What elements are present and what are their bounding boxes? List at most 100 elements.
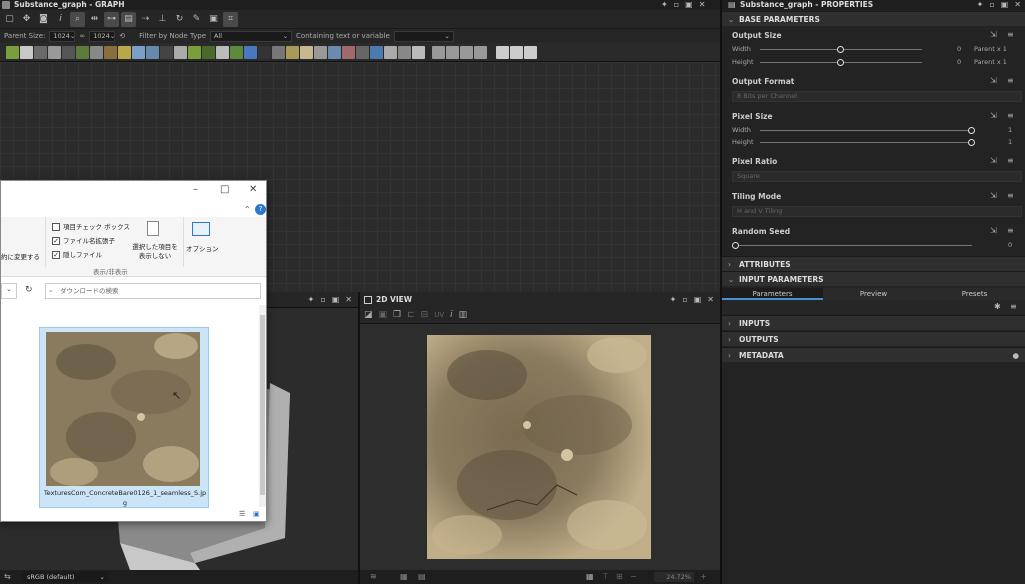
inherit-icon[interactable]: ⇲ xyxy=(990,111,997,120)
pin-icon[interactable]: ✦ xyxy=(661,0,668,10)
menu-icon[interactable]: ≡ xyxy=(1010,302,1017,311)
pin-icon[interactable]: ✦ xyxy=(670,295,677,304)
menu-icon[interactable]: ≡ xyxy=(1007,30,1014,39)
node-type-select[interactable]: All ⌄ xyxy=(210,30,293,42)
move-icon[interactable]: ✥ xyxy=(19,12,34,27)
pixel-ratio-select[interactable]: Square xyxy=(732,171,1022,182)
normal-node-icon[interactable] xyxy=(244,45,257,59)
pin-node-icon[interactable] xyxy=(412,45,425,59)
inherit-icon[interactable]: ⇲ xyxy=(990,226,997,235)
close-icon[interactable]: ✕ xyxy=(249,184,257,195)
levels-node-icon[interactable] xyxy=(104,45,117,59)
section-outputs[interactable]: › OUTPUTS xyxy=(722,331,1025,346)
add-metadata-icon[interactable]: ● xyxy=(1012,348,1019,363)
maximize-icon[interactable]: ▣ xyxy=(1001,0,1009,10)
close-icon[interactable]: ✕ xyxy=(707,295,714,304)
frame-node-icon[interactable] xyxy=(384,45,397,59)
menu-icon[interactable]: ≡ xyxy=(1007,191,1014,200)
histogram-icon[interactable]: ▥ xyxy=(459,310,468,320)
zoom-field[interactable]: 24.72% xyxy=(654,572,694,582)
parent-size-height-select[interactable]: 1024 ⌄ xyxy=(89,30,116,42)
tree-node-icon[interactable] xyxy=(188,45,201,59)
transform-node-icon[interactable] xyxy=(132,45,145,59)
uv-icon[interactable]: ⊟ xyxy=(421,310,429,320)
document-node-icon[interactable] xyxy=(20,45,33,59)
pixel-height-knob[interactable] xyxy=(968,139,975,146)
refresh-icon[interactable]: ↻ xyxy=(172,12,187,27)
branch-icon[interactable]: ⊥ xyxy=(155,12,170,27)
checker-icon[interactable]: ▦ xyxy=(586,572,594,581)
search-input[interactable]: ⌕ ダウンロードの検索 xyxy=(45,283,261,299)
refresh-icon[interactable]: ↻ xyxy=(25,285,33,295)
inherit-icon[interactable]: ⇲ xyxy=(990,156,997,165)
color-node-icon[interactable] xyxy=(90,45,103,59)
frame-box-icon[interactable] xyxy=(460,45,473,59)
tab-presets[interactable]: Presets xyxy=(924,288,1025,300)
link-icon[interactable]: ∞ xyxy=(79,32,85,40)
tiling-mode-select[interactable]: H and V Tiling xyxy=(732,206,1022,217)
restore-icon[interactable]: ▫ xyxy=(320,295,325,304)
curve-node-icon[interactable] xyxy=(76,45,89,59)
scrollbar[interactable] xyxy=(259,305,266,507)
save-icon[interactable]: ▣ xyxy=(379,310,388,320)
resize-icon[interactable]: ⊞ xyxy=(616,572,623,581)
help-icon[interactable]: ? xyxy=(255,204,266,215)
search-icon[interactable]: ⌕ xyxy=(70,11,85,27)
shuffle-node-icon[interactable] xyxy=(62,45,75,59)
copy-icon[interactable]: ❐ xyxy=(393,310,401,320)
output-width-knob[interactable] xyxy=(837,46,844,53)
pixel-height-value[interactable]: 1 xyxy=(1008,138,1012,146)
file-item[interactable]: TexturesCom_ConcreteBare0126_1_seamless_… xyxy=(39,327,209,508)
checkbox-file-extensions[interactable]: ✓ ファイル名拡張子 xyxy=(52,235,115,245)
inherit-icon[interactable]: ⇲ xyxy=(990,30,997,39)
maximize-icon[interactable]: ▣ xyxy=(694,295,702,304)
section-input-parameters[interactable]: ⌄ INPUT PARAMETERS xyxy=(722,271,1025,286)
pixel-width-slider[interactable] xyxy=(760,130,972,131)
select-node-icon[interactable] xyxy=(370,45,383,59)
address-dropdown[interactable]: ⌄ xyxy=(1,283,17,299)
info-icon[interactable]: i xyxy=(53,12,68,27)
options-button[interactable]: オプション xyxy=(186,243,219,253)
channel-icon[interactable]: ⊏ xyxy=(407,310,415,320)
image-node-icon[interactable] xyxy=(6,45,19,59)
parent-size-width-select[interactable]: 1024 ⌄ xyxy=(49,30,76,42)
layout-icon[interactable]: ▤ xyxy=(121,11,136,27)
align-node-icon[interactable] xyxy=(496,45,509,59)
mask-node-icon[interactable] xyxy=(286,45,299,59)
menu-icon[interactable]: ≡ xyxy=(1007,76,1014,85)
function-node-icon[interactable] xyxy=(342,45,355,59)
colorspace-select[interactable]: sRGB (default) ⌄ xyxy=(22,572,108,582)
warp-node-icon[interactable] xyxy=(146,45,159,59)
pattern-node-icon[interactable] xyxy=(174,45,187,59)
output-width-mode[interactable]: Parent x 1 xyxy=(974,45,1007,53)
hide-selected-button[interactable]: 選択した項目を 表示しない xyxy=(129,243,181,261)
tile-icon[interactable]: ⊤ xyxy=(602,572,609,581)
pixel-width-knob[interactable] xyxy=(968,127,975,134)
output-width-value[interactable]: 0 xyxy=(957,45,961,53)
gear-icon[interactable]: ✱ xyxy=(994,302,1001,311)
image-icon[interactable]: ▤ xyxy=(418,572,426,581)
panel-node-icon[interactable] xyxy=(398,45,411,59)
details-view-icon[interactable]: ☰ xyxy=(239,510,245,518)
restore-icon[interactable]: ▫ xyxy=(989,0,994,10)
restore-icon[interactable]: ▫ xyxy=(682,295,687,304)
uv-select[interactable]: UV xyxy=(434,311,444,319)
close-icon[interactable]: ✕ xyxy=(345,295,352,304)
inherit-icon[interactable]: ⇲ xyxy=(990,76,997,85)
layers-icon[interactable]: ≋ xyxy=(370,572,377,581)
navigation-pin-icon[interactable] xyxy=(474,45,487,59)
hide-selected-icon[interactable] xyxy=(147,221,159,236)
random-seed-knob[interactable] xyxy=(732,242,739,249)
section-metadata[interactable]: › METADATA ● xyxy=(722,347,1025,362)
hierarchy-node-icon[interactable] xyxy=(524,45,537,59)
connect-icon[interactable]: ⊶ xyxy=(104,11,119,27)
tools-icon[interactable]: ✎ xyxy=(189,12,204,27)
shape-node-icon[interactable] xyxy=(230,45,243,59)
zoom-in-icon[interactable]: + xyxy=(700,572,707,581)
pen-node-icon[interactable] xyxy=(118,45,131,59)
pixel-height-slider[interactable] xyxy=(760,142,972,143)
output-height-value[interactable]: 0 xyxy=(957,58,961,66)
pin-icon[interactable]: ✦ xyxy=(977,0,984,10)
grid-node-icon[interactable] xyxy=(160,45,173,59)
frame-icon[interactable]: ▢ xyxy=(2,12,17,27)
